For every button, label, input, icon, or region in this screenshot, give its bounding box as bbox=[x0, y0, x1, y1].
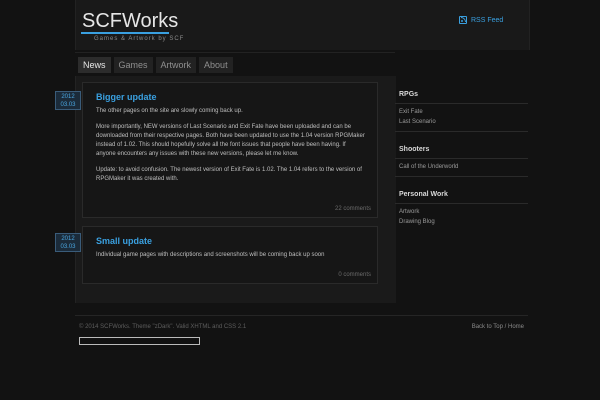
rss-icon bbox=[459, 16, 467, 24]
sidebar-link-last-scenario[interactable]: Last Scenario bbox=[399, 119, 436, 125]
post-date-badge: 2012 03.03 bbox=[55, 233, 81, 252]
tab-games[interactable]: Games bbox=[113, 57, 153, 73]
sidebar-link-exit-fate[interactable]: Exit Fate bbox=[399, 109, 423, 115]
post-body: Individual game pages with descriptions … bbox=[96, 251, 366, 267]
sidebar-divider bbox=[395, 131, 528, 132]
sidebar-divider bbox=[395, 103, 528, 104]
footer-search-input[interactable] bbox=[79, 337, 200, 345]
post-date-month-day: 03.03 bbox=[60, 102, 76, 108]
sidebar-link-call-of-the-underworld[interactable]: Call of the Underworld bbox=[399, 164, 458, 170]
tab-artwork[interactable]: Artwork bbox=[155, 57, 197, 73]
post-paragraph: Individual game pages with descriptions … bbox=[96, 252, 325, 258]
sidebar-divider bbox=[395, 176, 528, 177]
post-paragraph: More importantly, NEW versions of Last S… bbox=[96, 124, 365, 157]
page-wrapper: SCFWorks Games & Artwork by SCF RSS Feed… bbox=[75, 0, 530, 400]
site-title[interactable]: SCFWorks bbox=[82, 10, 178, 33]
news-post: Small update Individual game pages with … bbox=[82, 226, 378, 284]
sidebar-heading-rpgs: RPGs bbox=[399, 91, 419, 98]
post-comments-link[interactable]: 22 comments bbox=[335, 206, 371, 212]
post-paragraph: Update: to avoid confusion. The newest v… bbox=[96, 167, 362, 182]
post-title-link[interactable]: Small update bbox=[96, 236, 152, 246]
rss-feed-label: RSS Feed bbox=[471, 16, 504, 24]
back-to-top-link[interactable]: Back to Top bbox=[472, 324, 503, 330]
news-post: Bigger update The other pages on the sit… bbox=[82, 82, 378, 218]
home-link[interactable]: Home bbox=[508, 324, 524, 330]
post-paragraph: The other pages on the site are slowly c… bbox=[96, 108, 243, 114]
post-title-link[interactable]: Bigger update bbox=[96, 92, 157, 102]
footer-copyright: © 2014 SCFWorks. Theme "zDark". Valid XH… bbox=[79, 324, 247, 330]
sidebar-link-artwork[interactable]: Artwork bbox=[399, 209, 419, 215]
tab-about[interactable]: About bbox=[199, 57, 233, 73]
sidebar-heading-personal-work: Personal Work bbox=[399, 191, 448, 198]
post-date-year: 2012 bbox=[61, 236, 75, 242]
post-date-badge: 2012 03.03 bbox=[55, 91, 81, 110]
sidebar-link-drawing-blog[interactable]: Drawing Blog bbox=[399, 219, 435, 225]
main-nav: News Games Artwork About bbox=[75, 52, 395, 74]
post-body: The other pages on the site are slowly c… bbox=[96, 107, 366, 191]
site-header: SCFWorks Games & Artwork by SCF RSS Feed bbox=[75, 0, 530, 50]
main-content: Bigger update The other pages on the sit… bbox=[75, 76, 396, 303]
sidebar-divider bbox=[395, 158, 528, 159]
sidebar: RPGs Exit Fate Last Scenario Shooters Ca… bbox=[395, 76, 528, 276]
post-date-month-day: 03.03 bbox=[60, 244, 76, 250]
footer-links: Back to Top / Home bbox=[472, 324, 524, 330]
tab-news[interactable]: News bbox=[78, 57, 111, 73]
sidebar-heading-shooters: Shooters bbox=[399, 146, 430, 153]
post-comments-link[interactable]: 0 comments bbox=[338, 272, 371, 278]
site-footer: © 2014 SCFWorks. Theme "zDark". Valid XH… bbox=[75, 320, 528, 350]
site-tagline: Games & Artwork by SCF bbox=[94, 36, 185, 42]
title-underline bbox=[81, 32, 169, 34]
post-date-year: 2012 bbox=[61, 94, 75, 100]
rss-feed-link[interactable]: RSS Feed bbox=[459, 16, 503, 24]
sidebar-divider bbox=[395, 203, 528, 204]
footer-divider bbox=[75, 315, 528, 316]
